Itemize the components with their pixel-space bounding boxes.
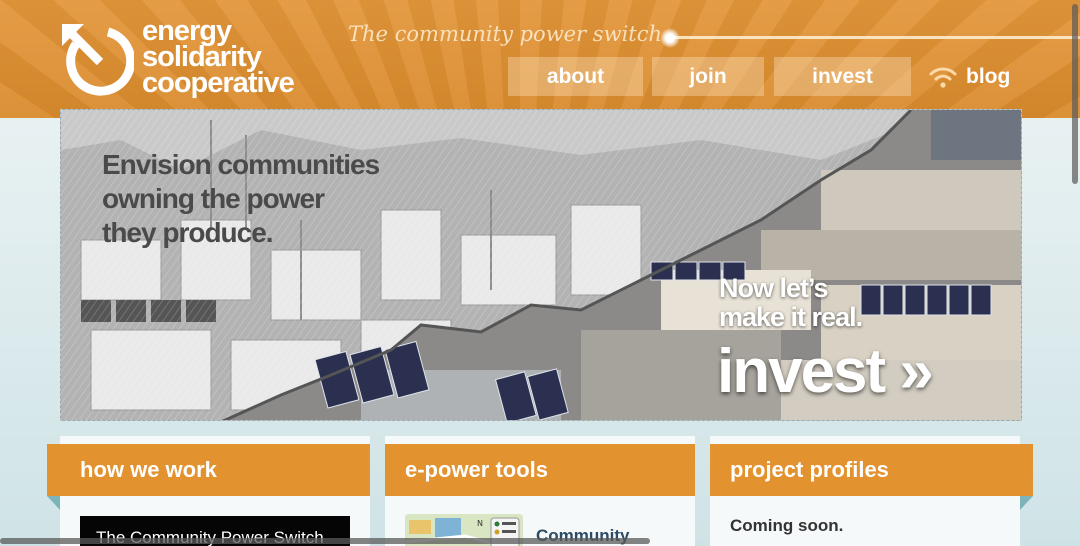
- nav-blog-label: blog: [966, 64, 1011, 88]
- switch-line-decoration: [668, 36, 1080, 39]
- ribbon-fold-left: [47, 496, 60, 510]
- site-logo[interactable]: energy solidarity cooperative: [60, 17, 320, 100]
- hero-banner[interactable]: Envision communities owning the power th…: [60, 109, 1022, 421]
- card-title-project-profiles[interactable]: project profiles: [710, 444, 1033, 496]
- power-switch-logo-icon: [62, 24, 134, 96]
- hero-callout-line-2: make it real.: [719, 302, 863, 332]
- logo-wordmark: energy solidarity cooperative: [142, 17, 295, 99]
- hero-headline-line-2: owning the power: [102, 183, 325, 214]
- vertical-scrollbar[interactable]: [1072, 4, 1078, 184]
- hero-callout-line-1: Now let’s: [719, 273, 829, 303]
- site-tagline: The community power switch: [348, 22, 663, 46]
- ribbon-fold-right: [1020, 496, 1033, 510]
- rss-feed-icon: [929, 67, 957, 88]
- hero-headline-line-1: Envision communities: [102, 149, 380, 180]
- card-title-how-we-work[interactable]: how we work: [47, 444, 370, 496]
- logo-line-3: cooperative: [142, 67, 295, 99]
- nav-join-button[interactable]: join: [652, 57, 764, 96]
- hero-callout: Now let’s make it real.: [719, 273, 863, 332]
- nav-about-button[interactable]: about: [508, 57, 643, 96]
- coming-soon-text: Coming soon.: [730, 516, 844, 535]
- svg-text:N: N: [477, 519, 483, 528]
- switch-glow-decoration: [660, 28, 680, 48]
- horizontal-scrollbar[interactable]: [0, 538, 650, 544]
- nav-blog-link[interactable]: blog: [928, 57, 1028, 96]
- hero-headline: Envision communities owning the power th…: [102, 148, 422, 250]
- card-title-e-power-tools[interactable]: e-power tools: [385, 444, 695, 496]
- hero-invest-link[interactable]: invest »: [717, 336, 934, 407]
- hero-headline-line-3: they produce.: [102, 217, 274, 248]
- nav-invest-button[interactable]: invest: [774, 57, 911, 96]
